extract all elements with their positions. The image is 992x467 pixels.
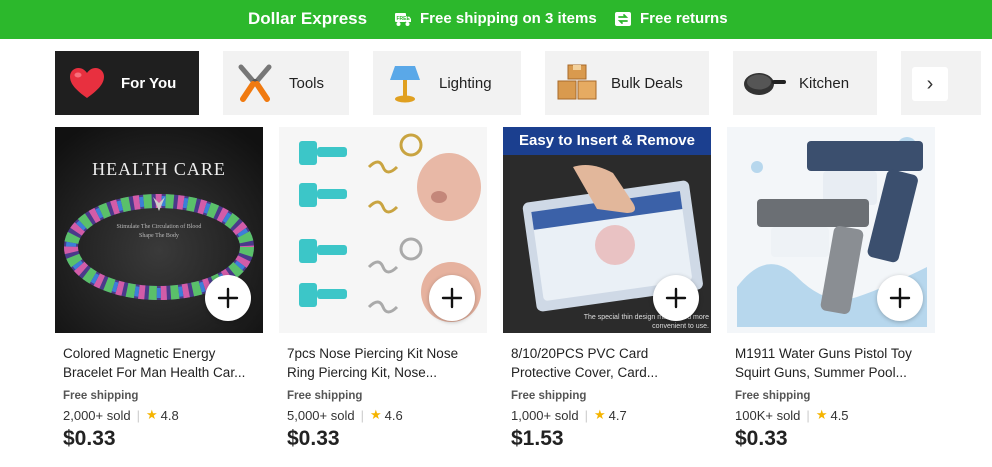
free-shipping-truck-icon: FREE (395, 12, 411, 26)
pliers-icon (233, 61, 277, 105)
product-stats: 5,000+ sold | ★ 4.6 (287, 407, 487, 423)
divider: | (360, 407, 364, 423)
product-stats: 100K+ sold | ★ 4.5 (735, 407, 935, 423)
product-image[interactable] (727, 127, 935, 333)
category-tabs: For You Tools Lighting Bulk Deals Kitche… (55, 51, 992, 115)
sold-count: 5,000+ sold (287, 407, 355, 423)
product-stats: 1,000+ sold | ★ 4.7 (511, 407, 711, 423)
product-image[interactable]: HEALTH CARE Stimulate The Circulation of… (55, 127, 263, 333)
rating-value: 4.5 (830, 407, 849, 423)
tab-label: Bulk Deals (611, 74, 683, 92)
add-to-cart-button[interactable] (877, 275, 923, 321)
free-shipping-tag: Free shipping (63, 390, 139, 402)
divider: | (136, 407, 140, 423)
product-price: $0.33 (287, 427, 340, 450)
svg-text:FREE: FREE (397, 16, 411, 22)
product-image[interactable]: Easy to Insert & Remove The special thin… (503, 127, 711, 333)
free-shipping-tag: Free shipping (511, 390, 587, 402)
tab-kitchen[interactable]: Kitchen (733, 51, 877, 115)
free-returns-label: Free returns (640, 10, 728, 27)
boxes-icon (555, 61, 599, 105)
add-to-cart-button[interactable] (653, 275, 699, 321)
divider: | (806, 407, 810, 423)
product-stats: 2,000+ sold | ★ 4.8 (63, 407, 263, 423)
plus-icon (889, 287, 911, 309)
tab-label: For You (121, 74, 177, 92)
free-shipping-tag: Free shipping (287, 390, 363, 402)
product-image[interactable] (279, 127, 487, 333)
sold-count: 2,000+ sold (63, 407, 131, 423)
sold-count: 100K+ sold (735, 407, 801, 423)
product-card[interactable]: Easy to Insert & Remove The special thin… (503, 127, 711, 451)
rating-value: 4.8 (160, 407, 179, 423)
image-heading: HEALTH CARE (92, 159, 226, 179)
product-price: $1.53 (511, 427, 564, 450)
tab-lighting[interactable]: Lighting (373, 51, 521, 115)
chevron-right-icon: › (926, 72, 934, 95)
star-icon: ★ (145, 407, 158, 422)
star-icon: ★ (593, 407, 606, 422)
free-shipping-label: Free shipping on 3 items (420, 10, 597, 27)
scroll-right-button[interactable]: › (912, 67, 948, 101)
sold-count: 1,000+ sold (511, 407, 579, 423)
plus-icon (217, 287, 239, 309)
return-arrows-icon (615, 11, 631, 26)
product-card[interactable]: 7pcs Nose Piercing Kit Nose Ring Piercin… (279, 127, 487, 451)
divider: | (584, 407, 588, 423)
frying-pan-icon (743, 61, 787, 105)
product-title[interactable]: 7pcs Nose Piercing Kit Nose Ring Piercin… (287, 344, 485, 382)
product-price: $0.33 (735, 427, 788, 450)
tab-label: Kitchen (799, 74, 850, 92)
plus-icon (441, 287, 463, 309)
tab-label: Tools (289, 74, 325, 92)
tab-tools[interactable]: Tools (223, 51, 349, 115)
rating-value: 4.6 (384, 407, 403, 423)
product-title[interactable]: M1911 Water Guns Pistol Toy Squirt Guns,… (735, 344, 933, 382)
image-caption: Stimulate The Circulation of Blood Shape… (116, 224, 202, 239)
add-to-cart-button[interactable] (429, 275, 475, 321)
brand-name[interactable]: Dollar Express (248, 9, 367, 29)
product-price: $0.33 (63, 427, 116, 450)
heart-icon (65, 61, 109, 105)
product-card[interactable]: HEALTH CARE Stimulate The Circulation of… (55, 127, 263, 451)
free-returns-promo[interactable]: Free returns (614, 10, 728, 27)
product-title[interactable]: 8/10/20PCS PVC Card Protective Cover, Ca… (511, 344, 709, 382)
promo-banner: Dollar Express FREE Free shipping on 3 i… (0, 0, 992, 39)
product-title[interactable]: Colored Magnetic Energy Bracelet For Man… (63, 344, 261, 382)
star-icon: ★ (369, 407, 382, 422)
star-icon: ★ (815, 407, 828, 422)
tab-bulk-deals[interactable]: Bulk Deals (545, 51, 709, 115)
free-shipping-promo[interactable]: FREE Free shipping on 3 items (394, 10, 597, 27)
image-heading: Easy to Insert & Remove (519, 132, 695, 149)
plus-icon (665, 287, 687, 309)
add-to-cart-button[interactable] (205, 275, 251, 321)
tab-for-you[interactable]: For You (55, 51, 199, 115)
lamp-icon (383, 61, 427, 105)
tab-label: Lighting (439, 74, 492, 92)
product-card[interactable]: M1911 Water Guns Pistol Toy Squirt Guns,… (727, 127, 935, 451)
rating-value: 4.7 (608, 407, 627, 423)
free-shipping-tag: Free shipping (735, 390, 811, 402)
